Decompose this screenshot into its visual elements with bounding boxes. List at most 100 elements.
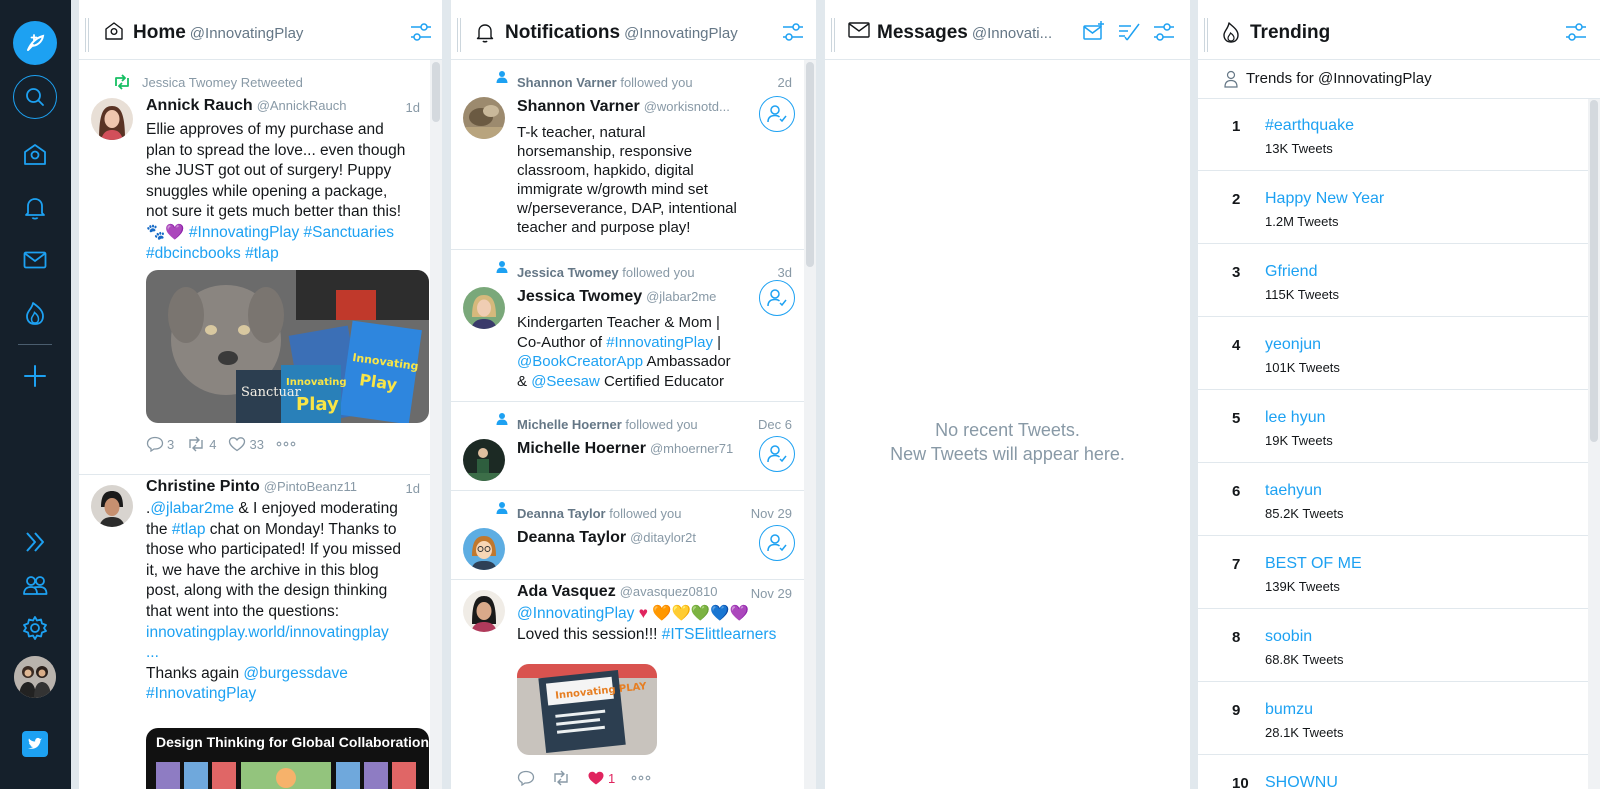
trending-nav-button[interactable] [13,291,57,335]
avatar[interactable] [463,287,505,329]
retweet-button[interactable] [551,770,571,786]
follow-notification[interactable]: Deanna Taylor followed you Nov 29 Deanna… [451,491,804,580]
mention-link[interactable]: @Seesaw [531,373,600,390]
tweet-author[interactable]: Christine Pinto @PintoBeanz11 [146,478,357,496]
hashtag-link[interactable]: #InnovatingPlay [606,334,713,351]
mention-link[interactable]: @BookCreatorApp [517,353,643,370]
follow-notification[interactable]: Michelle Hoerner followed you Dec 6 Mich… [451,402,804,491]
more-options-button[interactable] [276,441,296,447]
like-button[interactable]: 1 [587,770,615,786]
trend-name[interactable]: #earthquake [1265,117,1354,135]
follow-back-button[interactable] [759,280,795,316]
mention-link[interactable]: @burgessdave [243,665,348,682]
hashtag-link[interactable]: #Sanctuaries [304,224,394,241]
search-button[interactable] [13,75,57,119]
mention-link[interactable]: @jlabar2me [150,500,234,517]
more-options-button[interactable] [631,775,651,781]
tweet-author[interactable]: Annick Rauch @AnnickRauch [146,97,346,115]
trend-name[interactable]: lee hyun [1265,409,1326,427]
column-options-button[interactable] [781,20,805,44]
trend-item[interactable]: 6 taehyun 85.2K Tweets [1198,464,1588,536]
column-options-button[interactable] [1564,20,1588,44]
follow-back-button[interactable] [759,436,795,472]
follow-notification[interactable]: Shannon Varner followed you 2d Shannon V… [451,60,804,250]
avatar[interactable] [463,528,505,570]
expand-nav-button[interactable] [13,520,57,564]
avatar[interactable] [463,97,505,139]
mention-link[interactable]: @InnovatingPlay [517,605,634,622]
trend-item[interactable]: 10 SHOWNU [1198,756,1588,789]
follow-notification[interactable]: Jessica Twomey followed you 3d Jessica T… [451,250,804,402]
home-nav-button[interactable] [13,132,57,176]
tweet-media-image[interactable]: Innovating PLAY [517,664,657,755]
account-avatar[interactable] [14,656,56,698]
scrollbar-thumb[interactable] [806,62,814,267]
hashtag-link[interactable]: #ITSElittlearners [662,626,777,643]
hashtag-link[interactable]: #InnovatingPlay [146,684,436,705]
trend-name[interactable]: BEST OF ME [1265,555,1362,573]
avatar[interactable] [463,439,505,481]
scrollbar-thumb[interactable] [1590,100,1598,442]
trend-name[interactable]: bumzu [1265,701,1313,719]
messages-nav-button[interactable] [13,238,57,282]
avatar[interactable] [91,98,133,140]
drag-handle[interactable] [457,18,461,52]
avatar[interactable] [463,590,505,632]
tweet-timestamp[interactable]: Nov 29 [751,586,792,601]
trend-name[interactable]: soobin [1265,628,1312,646]
accounts-button[interactable] [13,563,57,607]
trend-name[interactable]: yeonjun [1265,336,1321,354]
retweet-button[interactable]: 4 [186,436,216,452]
add-column-button[interactable] [13,354,57,398]
settings-button[interactable] [13,606,57,650]
trend-item[interactable]: 9 bumzu 28.1K Tweets [1198,683,1588,755]
notifications-nav-button[interactable] [13,185,57,229]
scrollbar-thumb[interactable] [432,62,440,122]
tweet[interactable]: Jessica Twomey Retweeted Annick Rauch @An… [79,60,430,475]
reply-button[interactable]: 3 [146,436,174,452]
trend-name[interactable]: Gfriend [1265,263,1317,281]
trend-item[interactable]: 3 Gfriend 115K Tweets [1198,245,1588,317]
tweet-timestamp[interactable]: 1d [406,481,420,496]
follower-name[interactable]: Jessica Twomey @jlabar2me [517,288,716,306]
hashtag-link[interactable]: #tlap [245,245,279,262]
hashtag-link[interactable]: #InnovatingPlay [189,224,299,241]
avatar[interactable] [91,485,133,527]
follow-back-button[interactable] [759,525,795,561]
reply-button[interactable] [517,770,535,786]
drag-handle[interactable] [85,18,89,52]
trend-item[interactable]: 5 lee hyun 19K Tweets [1198,391,1588,463]
trend-item[interactable]: 4 yeonjun 101K Tweets [1198,318,1588,390]
trend-item[interactable]: 1 #earthquake 13K Tweets [1198,99,1588,171]
trend-item[interactable]: 7 BEST OF ME 139K Tweets [1198,537,1588,609]
drag-handle[interactable] [1204,18,1208,52]
trend-name[interactable]: Happy New Year [1265,190,1384,208]
trends-location-bar[interactable]: Trends for @InnovatingPlay [1198,60,1600,99]
drag-handle[interactable] [831,18,835,52]
url-link-continuation[interactable]: ... [146,643,436,664]
new-message-button[interactable] [1082,20,1106,44]
trend-tweet-count: 28.1K Tweets [1265,725,1344,740]
follower-name[interactable]: Shannon Varner @workisnotd... [517,98,730,116]
tweet[interactable]: Christine Pinto @PintoBeanz11 1d .@jlabar… [79,475,430,789]
column-options-button[interactable] [1152,20,1176,44]
trend-item[interactable]: 2 Happy New Year 1.2M Tweets [1198,172,1588,244]
follower-name[interactable]: Michelle Hoerner @mhoerner71 [517,440,733,458]
trend-name[interactable]: SHOWNU [1265,774,1338,789]
trend-name[interactable]: taehyun [1265,482,1322,500]
url-link[interactable]: innovatingplay.world/innovatingplay [146,623,436,644]
follow-back-button[interactable] [759,96,795,132]
like-button[interactable]: 33 [228,436,264,452]
tweet-media-image[interactable]: Design Thinking for Global Collaboration [146,728,429,789]
follower-name[interactable]: Deanna Taylor @ditaylor2t [517,529,696,547]
compose-tweet-button[interactable] [13,21,57,65]
trend-item[interactable]: 8 soobin 68.8K Tweets [1198,610,1588,682]
column-options-button[interactable] [409,20,433,44]
tweet-author[interactable]: Ada Vasquez @avasquez0810 [517,583,717,601]
hashtag-link[interactable]: #dbcincbooks [146,245,241,262]
tweet-media-image[interactable]: Sanctuar Innovating Play Innovating Play [146,270,429,423]
tweet-timestamp[interactable]: 1d [406,100,420,115]
mark-all-read-button[interactable] [1117,20,1141,44]
tweet[interactable]: Ada Vasquez @avasquez0810 Nov 29 @Innovat… [451,580,804,789]
hashtag-link[interactable]: #tlap [172,521,206,538]
